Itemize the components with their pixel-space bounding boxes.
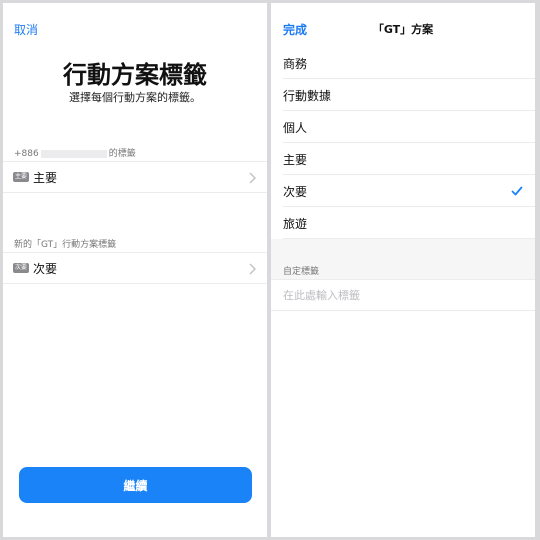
new-plan-section-header: 新的「GT」行動方案標籤	[14, 240, 117, 250]
label-option-primary[interactable]: 主要	[271, 143, 535, 175]
chevron-right-icon	[249, 263, 257, 275]
new-plan-label: 次要	[33, 261, 58, 276]
label-option-text: 主要	[283, 152, 308, 167]
plan-labels-screen: 取消 行動方案標籤 選擇每個行動方案的標籤。 +886 的標籤 主要 主要 新的「…	[3, 3, 267, 537]
primary-section-header: +886 的標籤	[14, 146, 136, 159]
custom-label-header: 自定標籤	[283, 267, 320, 277]
label-option-travel[interactable]: 旅遊	[271, 207, 535, 239]
label-option-text: 旅遊	[283, 216, 308, 231]
new-plan-label-row[interactable]: 次要 次要	[3, 252, 267, 284]
screenshot-frame: 取消 行動方案標籤 選擇每個行動方案的標籤。 +886 的標籤 主要 主要 新的「…	[0, 0, 540, 540]
label-option-text: 商務	[283, 56, 308, 71]
label-option-text: 行動數據	[283, 88, 332, 103]
label-option-text: 個人	[283, 120, 308, 135]
primary-section-suffix: 的標籤	[108, 149, 136, 159]
label-option-text: 次要	[283, 184, 308, 199]
cancel-button[interactable]: 取消	[14, 21, 38, 38]
label-option-secondary[interactable]: 次要	[271, 175, 535, 207]
primary-line-label-row[interactable]: 主要 主要	[3, 161, 267, 193]
gt-plan-label-picker: 完成 「GT」方案 商務 行動數據 個人 主要 次要 旅遊 自定標籤	[271, 3, 535, 537]
primary-tag-badge: 主要	[13, 172, 30, 182]
secondary-tag-badge: 次要	[13, 263, 30, 273]
checkmark-icon	[511, 186, 523, 196]
phone-prefix: +886	[14, 149, 39, 159]
page-subtitle: 選擇每個行動方案的標籤。	[69, 91, 201, 104]
label-option-mobile-data[interactable]: 行動數據	[271, 79, 535, 111]
page-title: 行動方案標籤	[63, 61, 207, 89]
nav-title: 「GT」方案	[372, 23, 434, 36]
custom-label-input[interactable]	[271, 279, 535, 311]
continue-button[interactable]: 繼續	[19, 467, 252, 503]
label-option-business[interactable]: 商務	[271, 47, 535, 79]
chevron-right-icon	[249, 172, 257, 184]
primary-line-label: 主要	[33, 170, 58, 185]
label-option-personal[interactable]: 個人	[271, 111, 535, 143]
redacted-phone-number	[40, 149, 107, 158]
